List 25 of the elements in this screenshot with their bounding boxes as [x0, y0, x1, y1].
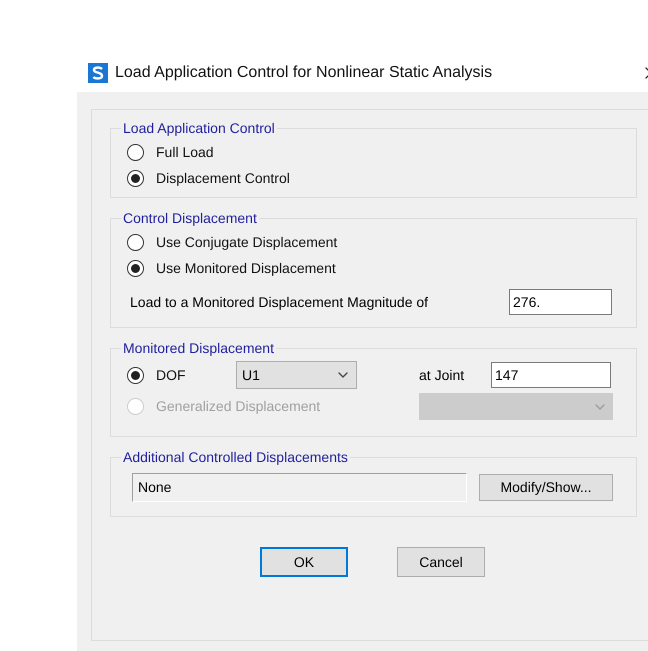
- radio-button[interactable]: [127, 234, 144, 250]
- radio-option[interactable]: Use Monitored Displacement: [127, 255, 620, 281]
- group-title: Control Displacement: [122, 209, 258, 228]
- field-label: at Joint: [419, 366, 466, 384]
- group-title: Additional Controlled Displacements: [122, 448, 349, 467]
- radio-button[interactable]: [127, 366, 144, 384]
- input-field[interactable]: 276.: [509, 289, 612, 315]
- radio-option[interactable]: Use Conjugate Displacement: [127, 229, 620, 255]
- input-field[interactable]: 147: [491, 362, 611, 388]
- radio-option[interactable]: Displacement Control: [127, 165, 620, 191]
- dropdown[interactable]: U1: [236, 361, 357, 389]
- modify-show-button[interactable]: Modify/Show...: [479, 474, 613, 501]
- radio-option[interactable]: Full Load: [127, 139, 620, 165]
- group-title: Monitored Displacement: [122, 339, 275, 358]
- group-title: Load Application Control: [122, 119, 276, 138]
- app-logo-icon: [88, 63, 108, 83]
- window-title: Load Application Control for Nonlinear Static Analysis: [115, 63, 492, 83]
- radio-option[interactable]: DOF: [127, 362, 236, 388]
- dialog-button[interactable]: Cancel: [397, 547, 485, 577]
- dialog-button[interactable]: OK: [260, 547, 348, 577]
- radio-button[interactable]: [127, 144, 144, 160]
- radio-button[interactable]: [127, 170, 144, 186]
- radio-button[interactable]: [127, 260, 144, 276]
- text-display: None: [132, 473, 467, 502]
- field-label: Load to a Monitored Displacement Magnitude of: [130, 292, 428, 312]
